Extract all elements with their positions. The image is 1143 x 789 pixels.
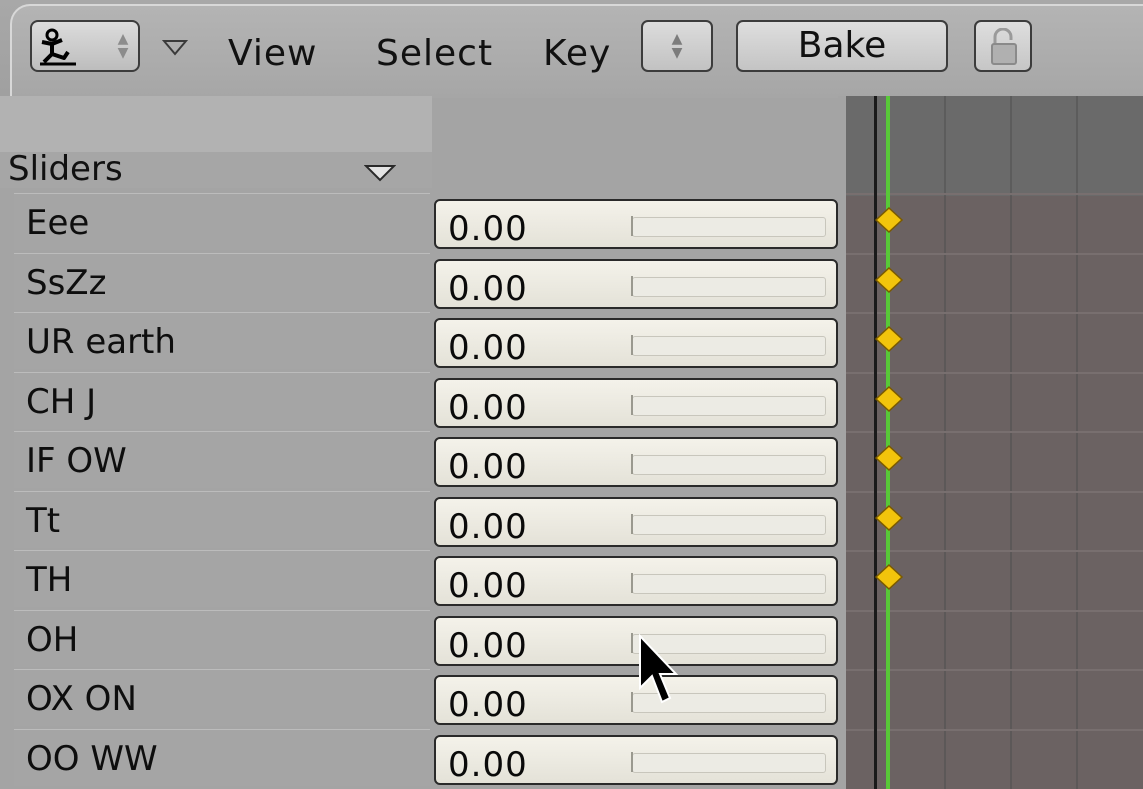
shape-key-value-slider[interactable]: 0.00 (434, 378, 838, 428)
keyframe-diamond-icon[interactable] (874, 207, 904, 233)
keyframe-diamond-icon[interactable] (874, 267, 904, 293)
menu-view[interactable]: View (228, 30, 317, 78)
channel-name-cell[interactable]: CH J (14, 372, 430, 429)
shape-key-value-slider[interactable]: 0.00 (434, 735, 838, 785)
channel-name-cell[interactable]: OX ON (14, 669, 430, 726)
channel-list-header: Sliders (0, 96, 432, 192)
channel-row: Eee 0.00 (0, 193, 1143, 252)
slider-knob[interactable] (631, 573, 633, 593)
shape-key-value-slider[interactable]: 0.00 (434, 318, 838, 368)
header-bar: ▲ ▼ View Select Key ▲ ▼ Bake (0, 0, 1143, 98)
channel-name: Tt (26, 501, 61, 541)
channel-name-cell[interactable]: TH (14, 550, 430, 607)
slider-knob[interactable] (631, 514, 633, 534)
slider-knob[interactable] (631, 335, 633, 355)
channel-name-cell[interactable]: SsZz (14, 253, 430, 310)
channel-name: SsZz (26, 263, 107, 303)
sliders-group-header[interactable]: Sliders (0, 149, 432, 189)
channel-name-cell[interactable]: Eee (14, 193, 430, 250)
slider-track[interactable] (631, 573, 826, 594)
channel-name-cell[interactable]: OH (14, 610, 430, 667)
channel-name-cell[interactable]: IF OW (14, 431, 430, 488)
channel-name: UR earth (26, 322, 176, 362)
menu-key[interactable]: Key (543, 30, 611, 78)
channel-row: IF OW 0.00 (0, 431, 1143, 490)
slider-track[interactable] (631, 752, 826, 773)
channel-row: UR earth 0.00 (0, 312, 1143, 371)
keyframe-diamond-icon[interactable] (874, 564, 904, 590)
editor-type-button[interactable]: ▲ ▼ (30, 20, 140, 72)
lock-open-icon (991, 28, 1017, 65)
slider-value: 0.00 (448, 388, 528, 428)
channel-name: OH (26, 620, 79, 660)
channel-name-cell[interactable]: OO WW (14, 729, 430, 786)
bake-button[interactable]: Bake (736, 20, 948, 72)
channel-name: TH (26, 560, 73, 600)
channel-name: OO WW (26, 739, 158, 779)
mouse-pointer-icon (639, 633, 679, 704)
slider-track[interactable] (631, 276, 826, 297)
channel-name: Eee (26, 203, 90, 243)
channel-row: Tt 0.00 (0, 491, 1143, 550)
shape-key-value-slider[interactable]: 0.00 (434, 497, 838, 547)
menu-select[interactable]: Select (376, 30, 493, 78)
slider-track[interactable] (631, 514, 826, 535)
slider-knob[interactable] (631, 752, 633, 772)
shape-key-value-slider[interactable]: 0.00 (434, 556, 838, 606)
slider-value: 0.00 (448, 626, 528, 666)
channel-row: SsZz 0.00 (0, 253, 1143, 312)
channel-row: CH J 0.00 (0, 372, 1143, 431)
slider-track[interactable] (631, 395, 826, 416)
slider-value: 0.00 (448, 209, 528, 249)
slider-value: 0.00 (448, 745, 528, 785)
expand-triangle-icon[interactable] (364, 164, 396, 182)
channel-name: IF OW (26, 441, 127, 481)
slider-value: 0.00 (448, 685, 528, 725)
slider-knob[interactable] (631, 395, 633, 415)
slider-track[interactable] (631, 454, 826, 475)
shape-key-value-slider[interactable]: 0.00 (434, 259, 838, 309)
sliders-label: Sliders (8, 149, 123, 189)
slider-value: 0.00 (448, 269, 528, 309)
slider-knob[interactable] (631, 454, 633, 474)
slider-track[interactable] (631, 335, 826, 356)
keyframe-diamond-icon[interactable] (874, 386, 904, 412)
slider-knob[interactable] (631, 692, 633, 712)
keyframe-diamond-icon[interactable] (874, 326, 904, 352)
shape-action-editor-icon (40, 28, 76, 66)
shape-key-value-slider[interactable]: 0.00 (434, 199, 838, 249)
slider-value: 0.00 (448, 447, 528, 487)
shape-key-value-slider[interactable]: 0.00 (434, 437, 838, 487)
slider-knob[interactable] (631, 276, 633, 296)
updown-arrows-icon: ▲ ▼ (671, 31, 683, 61)
keyframe-diamond-icon[interactable] (874, 505, 904, 531)
slider-knob[interactable] (631, 633, 633, 653)
channel-name: OX ON (26, 679, 137, 719)
channel-name-cell[interactable]: Tt (14, 491, 430, 548)
slider-track[interactable] (631, 216, 826, 237)
channel-row: OX ON 0.00 (0, 669, 1143, 728)
channel-row: TH 0.00 (0, 550, 1143, 609)
slider-knob[interactable] (631, 216, 633, 236)
channel-name-cell[interactable]: UR earth (14, 312, 430, 369)
collapse-menu-triangle-icon[interactable] (162, 38, 188, 58)
lock-button[interactable] (974, 20, 1032, 72)
channel-name: CH J (26, 382, 97, 422)
shape-key-selector-button[interactable]: ▲ ▼ (641, 20, 713, 72)
channel-row: OH 0.00 (0, 610, 1143, 669)
keyframe-diamond-icon[interactable] (874, 445, 904, 471)
timeline-header-area (846, 96, 1143, 196)
updown-arrows-icon: ▲ ▼ (117, 31, 129, 61)
slider-value: 0.00 (448, 507, 528, 547)
slider-value: 0.00 (448, 328, 528, 368)
slider-value: 0.00 (448, 566, 528, 606)
channel-row: OO WW 0.00 (0, 729, 1143, 788)
